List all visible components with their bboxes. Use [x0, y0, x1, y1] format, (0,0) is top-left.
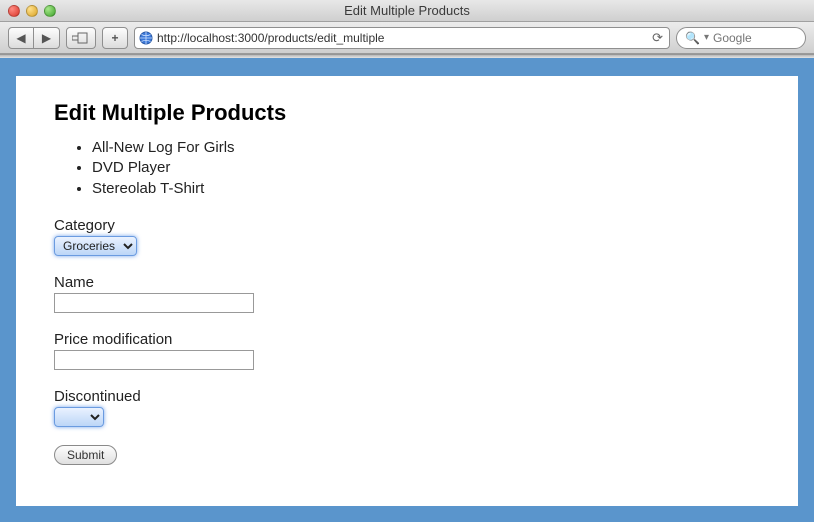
reload-button[interactable]: ⟳ — [650, 30, 665, 46]
plus-icon: + — [111, 31, 118, 45]
discontinued-field: Discontinued — [54, 388, 760, 427]
list-item: Stereolab T-Shirt — [92, 179, 760, 199]
address-bar[interactable]: ⟳ — [134, 27, 670, 49]
forward-icon: ▶ — [42, 31, 51, 45]
search-icon: 🔍 — [685, 31, 700, 45]
price-mod-input[interactable] — [54, 350, 254, 370]
traffic-lights — [8, 5, 56, 17]
name-field: Name — [54, 274, 760, 313]
category-label: Category — [54, 217, 760, 234]
name-input[interactable] — [54, 293, 254, 313]
price-mod-label: Price modification — [54, 331, 760, 348]
close-window-button[interactable] — [8, 5, 20, 17]
url-input[interactable] — [157, 31, 646, 45]
price-mod-field: Price modification — [54, 331, 760, 370]
page-viewport: Edit Multiple Products All-New Log For G… — [0, 58, 814, 522]
minimize-window-button[interactable] — [26, 5, 38, 17]
back-icon: ◀ — [16, 31, 25, 45]
browser-toolbar: ◀ ▶ + ⟳ 🔍 ▾ — [0, 22, 814, 54]
window-titlebar: Edit Multiple Products — [0, 0, 814, 22]
favicon-globe-icon — [139, 31, 153, 45]
nav-button-group: ◀ ▶ — [8, 27, 60, 49]
list-item: All-New Log For Girls — [92, 138, 760, 158]
add-bookmark-button[interactable]: + — [102, 27, 128, 49]
category-select[interactable]: Groceries — [54, 236, 137, 256]
name-label: Name — [54, 274, 760, 291]
forward-button[interactable]: ▶ — [34, 27, 60, 49]
search-bar[interactable]: 🔍 ▾ — [676, 27, 806, 49]
show-all-tabs-icon — [72, 32, 90, 44]
discontinued-select[interactable] — [54, 407, 104, 427]
search-engine-chevron-icon[interactable]: ▾ — [704, 32, 709, 43]
product-list: All-New Log For Girls DVD Player Stereol… — [92, 138, 760, 199]
search-input[interactable] — [713, 31, 814, 45]
window-title: Edit Multiple Products — [0, 3, 814, 18]
category-field: Category Groceries — [54, 217, 760, 256]
submit-button[interactable]: Submit — [54, 445, 117, 465]
zoom-window-button[interactable] — [44, 5, 56, 17]
discontinued-label: Discontinued — [54, 388, 760, 405]
show-all-tabs-button[interactable] — [66, 27, 96, 49]
page-content: Edit Multiple Products All-New Log For G… — [16, 76, 798, 506]
back-button[interactable]: ◀ — [8, 27, 34, 49]
list-item: DVD Player — [92, 158, 760, 178]
page-title: Edit Multiple Products — [54, 100, 760, 126]
